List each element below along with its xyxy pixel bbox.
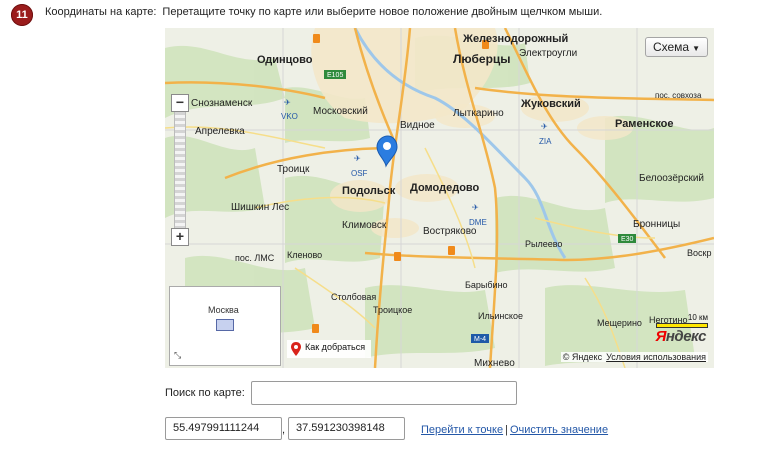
- place-label: Кленово: [287, 250, 322, 260]
- terms-link[interactable]: Условия использования: [606, 352, 706, 362]
- airport-icon-vko: ✈: [284, 98, 291, 107]
- airport-icon-osf: ✈: [354, 154, 361, 163]
- place-label: Троицк: [277, 164, 310, 175]
- longitude-input[interactable]: 37.591230398148: [288, 417, 405, 440]
- airport-icon-dme: ✈: [472, 203, 479, 212]
- coord-actions: Перейти к точке | Очистить значение: [421, 424, 608, 436]
- yandex-logo[interactable]: Яндекс: [655, 328, 706, 345]
- place-label: пос. совхоза: [655, 91, 702, 100]
- place-label: Климовск: [342, 220, 387, 231]
- field-hint: Перетащите точку по карте или выберите н…: [162, 6, 603, 18]
- coord-separator: ,: [282, 424, 286, 436]
- place-label: Столбовая: [331, 292, 376, 302]
- place-label: Лыткарино: [453, 108, 504, 119]
- route-button[interactable]: Как добраться: [287, 340, 372, 358]
- caret-down-icon: ▼: [692, 44, 700, 53]
- map-type-dropdown[interactable]: Схема ▼: [644, 37, 708, 57]
- step-number-badge: 11: [11, 4, 33, 26]
- clear-value-link[interactable]: Очистить значение: [510, 424, 608, 436]
- place-label: Шишкин Лес: [231, 202, 289, 213]
- search-label: Поиск по карте:: [165, 387, 245, 399]
- place-label: Раменское: [615, 118, 674, 130]
- place-label: Снознаменск: [191, 98, 253, 109]
- map-canvas[interactable]: E105 E30 M-4 ✈ VKO ✈ OSF ✈ ZIA ✈ DME Жел: [165, 28, 714, 368]
- map-copyright: © Яндекс Условия использования: [560, 352, 708, 362]
- place-label: Воскр: [687, 248, 711, 258]
- zoom-out-button[interactable]: −: [171, 94, 189, 112]
- place-label: Одинцово: [257, 54, 313, 66]
- place-label: Люберцы: [453, 52, 511, 66]
- field-label: Координаты на карте:: [45, 6, 157, 18]
- field-row: Координаты на карте: Перетащите точку по …: [45, 6, 602, 18]
- overview-minimap[interactable]: Москва ⤡: [169, 286, 281, 366]
- place-label: Московский: [313, 106, 368, 117]
- road-shield-e105: E105: [327, 72, 343, 79]
- airport-label-vko: VKO: [281, 112, 298, 121]
- airport-label-zia: ZIA: [539, 137, 552, 146]
- place-label: Железнодорожный: [462, 33, 568, 45]
- place-label: Домодедово: [410, 182, 480, 194]
- place-label: Бронницы: [633, 219, 680, 230]
- place-label: Апрелевка: [195, 126, 245, 137]
- latitude-input[interactable]: 55.497991111244: [165, 417, 282, 440]
- place-label: пос. ЛМС: [235, 253, 275, 263]
- place-label: Жуковский: [520, 98, 581, 110]
- road-shield-e30: E30: [621, 236, 634, 243]
- zoom-in-button[interactable]: +: [171, 228, 189, 246]
- minimap-city-label: Москва: [208, 305, 239, 315]
- goto-point-link[interactable]: Перейти к точке: [421, 424, 503, 436]
- zoom-slider[interactable]: [174, 112, 186, 228]
- map-search-input[interactable]: [251, 381, 517, 405]
- minimap-collapse-icon[interactable]: ⤡: [174, 350, 181, 361]
- zoom-control: − +: [171, 94, 189, 246]
- place-label: Мещерино: [597, 318, 642, 328]
- road-shield-m4: M-4: [474, 336, 486, 343]
- scale-label: 10 км: [687, 313, 708, 322]
- place-label: Барыбино: [465, 280, 508, 290]
- route-pin-icon: [291, 342, 301, 356]
- map-type-label: Схема: [652, 40, 690, 54]
- route-label: Как добраться: [305, 342, 366, 352]
- place-label: Видное: [400, 120, 435, 131]
- place-label: Рылеево: [525, 239, 562, 249]
- airport-label-osf: OSF: [351, 169, 368, 178]
- place-label: Подольск: [342, 185, 396, 197]
- place-label: Белоозёрский: [639, 173, 704, 184]
- place-label: Востряково: [423, 226, 477, 237]
- place-label: Михнево: [474, 358, 515, 368]
- place-label: Ильинское: [478, 311, 523, 321]
- copyright-text: © Яндекс: [562, 352, 603, 362]
- link-separator: |: [505, 424, 508, 436]
- place-label: Электроугли: [519, 48, 577, 59]
- airport-icon-zia: ✈: [541, 122, 548, 131]
- scale-bar: 10 км: [656, 313, 708, 328]
- place-label: Троицкое: [373, 305, 412, 315]
- minimap-viewport[interactable]: [216, 319, 234, 331]
